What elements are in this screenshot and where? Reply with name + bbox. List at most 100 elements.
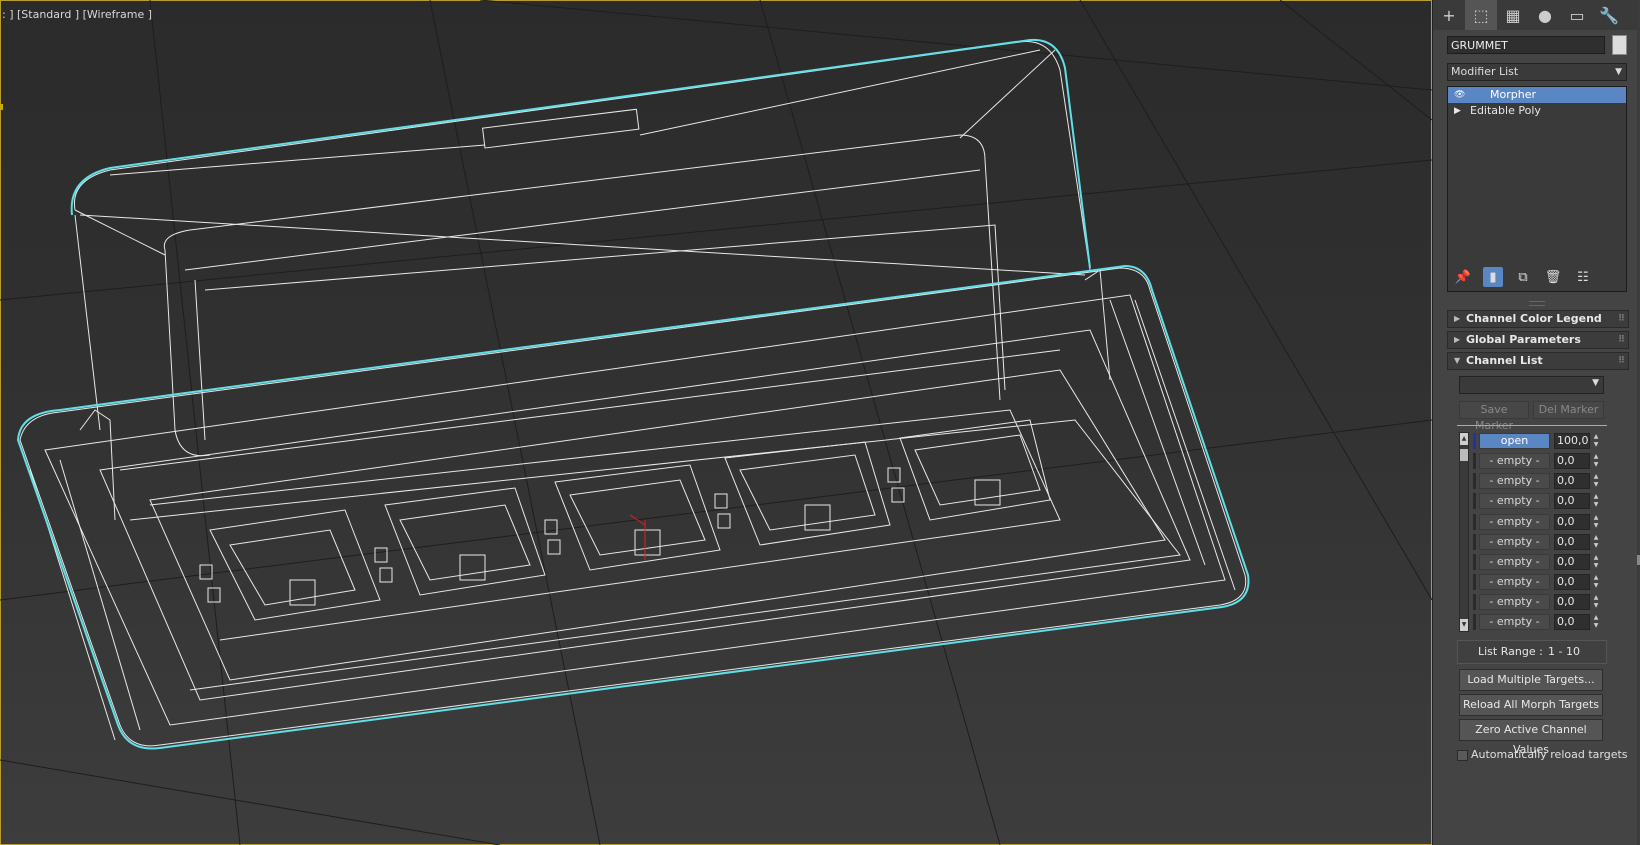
channel-color-bar: [1473, 453, 1476, 469]
zero-active-channel-values-button[interactable]: Zero Active Channel Values: [1459, 719, 1603, 756]
channel-row: - empty - 0,0 ▲ ▼: [1473, 574, 1623, 590]
channel-name-button[interactable]: - empty -: [1479, 594, 1550, 610]
reload-all-morph-targets-button[interactable]: Reload All Morph Targets: [1459, 694, 1603, 716]
rollout-title: Channel List: [1466, 354, 1543, 367]
channel-row: - empty - 0,0 ▲ ▼: [1473, 594, 1623, 610]
scroll-up-icon[interactable]: ▲: [1460, 433, 1468, 445]
channel-name-button[interactable]: - empty -: [1479, 473, 1550, 489]
spinner-icon[interactable]: ▲ ▼: [1592, 614, 1600, 630]
channel-row: open 100,0 ▲ ▼: [1473, 433, 1623, 449]
channel-color-bar: [1473, 473, 1476, 489]
channel-row: - empty - 0,0 ▲ ▼: [1473, 534, 1623, 550]
spinner-icon[interactable]: ▲ ▼: [1592, 453, 1600, 469]
channel-value-field[interactable]: 0,0: [1554, 453, 1590, 469]
channel-value-field[interactable]: 0,0: [1554, 614, 1590, 630]
pin-stack-icon[interactable]: 📌: [1453, 267, 1473, 287]
channel-name-button[interactable]: - empty -: [1479, 453, 1550, 469]
spinner-icon[interactable]: ▲ ▼: [1592, 433, 1600, 449]
channel-value-field[interactable]: 0,0: [1554, 514, 1590, 530]
stack-item-label: Editable Poly: [1470, 104, 1541, 117]
channel-name-button[interactable]: - empty -: [1479, 554, 1550, 570]
channel-value-field[interactable]: 0,0: [1554, 554, 1590, 570]
channel-value-field[interactable]: 100,0: [1554, 433, 1590, 449]
list-range-box: List Range : 1 - 10: [1457, 640, 1607, 664]
chevron-down-icon: ▼: [1615, 67, 1622, 77]
channel-name-button[interactable]: - empty -: [1479, 493, 1550, 509]
rollout-channel-color-legend[interactable]: ▶ Channel Color Legend ⠿: [1447, 310, 1629, 328]
channel-row: - empty - 0,0 ▲ ▼: [1473, 473, 1623, 489]
channel-color-bar: [1473, 514, 1476, 530]
spinner-icon[interactable]: ▲ ▼: [1592, 534, 1600, 550]
load-multiple-targets-button[interactable]: Load Multiple Targets...: [1459, 669, 1603, 691]
eye-icon[interactable]: 👁: [1454, 87, 1465, 103]
save-marker-button[interactable]: Save Marker: [1459, 401, 1529, 432]
channel-scrollbar[interactable]: ▲ ▼: [1459, 432, 1469, 632]
scroll-thumb[interactable]: [1460, 449, 1468, 461]
object-color-swatch[interactable]: [1612, 35, 1627, 55]
drag-handle-icon: ⠿: [1617, 356, 1625, 366]
channel-color-bar: [1473, 493, 1476, 509]
channel-value-field[interactable]: 0,0: [1554, 534, 1590, 550]
expanded-triangle-icon: ▼: [1454, 356, 1461, 365]
channel-color-bar: [1473, 594, 1476, 610]
channel-color-bar: [1473, 574, 1476, 590]
spinner-icon[interactable]: ▲ ▼: [1592, 514, 1600, 530]
list-range-value: 1 - 10: [1548, 645, 1580, 658]
channel-color-bar: [1473, 554, 1476, 570]
channel-row: - empty - 0,0 ▲ ▼: [1473, 453, 1623, 469]
modifier-list-label: Modifier List: [1451, 65, 1519, 78]
stack-item-editable-poly[interactable]: ▶ Editable Poly: [1448, 103, 1626, 119]
motion-tab-icon[interactable]: ●: [1529, 0, 1561, 30]
display-tab-icon[interactable]: ▭: [1561, 0, 1593, 30]
auto-reload-checkbox[interactable]: [1457, 749, 1468, 761]
show-end-result-icon[interactable]: ▮: [1483, 267, 1503, 287]
stack-item-morpher[interactable]: 👁 Morpher: [1448, 87, 1626, 103]
channel-color-bar: [1473, 534, 1476, 550]
delete-modifier-icon[interactable]: 🗑: [1543, 267, 1563, 287]
spinner-icon[interactable]: ▲ ▼: [1592, 554, 1600, 570]
spinner-icon[interactable]: ▲ ▼: [1592, 574, 1600, 590]
channel-name-button[interactable]: - empty -: [1479, 614, 1550, 630]
auto-reload-label: Automatically reload targets: [1471, 748, 1628, 761]
create-tab-icon[interactable]: +: [1433, 0, 1465, 30]
del-marker-button[interactable]: Del Marker: [1533, 401, 1604, 419]
spinner-icon[interactable]: ▲ ▼: [1592, 493, 1600, 509]
marker-dropdown[interactable]: ▼: [1459, 376, 1604, 394]
modifier-stack: 👁 Morpher ▶ Editable Poly: [1447, 86, 1627, 292]
viewport-label[interactable]: : ] [Standard ] [Wireframe ]: [2, 8, 152, 21]
configure-modifier-sets-icon[interactable]: ☷: [1573, 267, 1593, 287]
channel-value-field[interactable]: 0,0: [1554, 594, 1590, 610]
chevron-down-icon: ▼: [1592, 378, 1599, 388]
perspective-viewport[interactable]: : ] [Standard ] [Wireframe ]: [0, 0, 1432, 845]
hierarchy-tab-icon[interactable]: ▦: [1497, 0, 1529, 30]
channel-name-button[interactable]: - empty -: [1479, 514, 1550, 530]
channel-color-bar: [1473, 433, 1476, 449]
channel-value-field[interactable]: 0,0: [1554, 574, 1590, 590]
channel-value-field[interactable]: 0,0: [1554, 473, 1590, 489]
rollout-channel-list[interactable]: ▼ Channel List ⠿: [1447, 352, 1629, 370]
scroll-down-icon[interactable]: ▼: [1460, 619, 1468, 631]
panel-resize-grip[interactable]: [1529, 301, 1545, 306]
collapsed-triangle-icon: ▶: [1454, 335, 1461, 344]
modify-tab-icon[interactable]: ⬚: [1465, 0, 1497, 30]
channel-row: - empty - 0,0 ▲ ▼: [1473, 514, 1623, 530]
channel-name-button[interactable]: - empty -: [1479, 534, 1550, 550]
divider: [1457, 425, 1607, 426]
modifier-list-dropdown[interactable]: Modifier List ▼: [1447, 63, 1627, 81]
drag-handle-icon: ⠿: [1617, 314, 1625, 324]
utilities-tab-icon[interactable]: 🔧: [1593, 0, 1625, 30]
command-panel: + ⬚ ▦ ● ▭ 🔧 GRUMMET Modifier List ▼ 👁 Mo…: [1432, 0, 1640, 845]
channel-name-button[interactable]: open: [1479, 433, 1550, 449]
make-unique-icon[interactable]: ⧉: [1513, 267, 1533, 287]
channel-color-bar: [1473, 614, 1476, 630]
drag-handle-icon: ⠿: [1617, 335, 1625, 345]
channel-name-button[interactable]: - empty -: [1479, 574, 1550, 590]
spinner-icon[interactable]: ▲ ▼: [1592, 473, 1600, 489]
channel-value-field[interactable]: 0,0: [1554, 493, 1590, 509]
object-name-field[interactable]: GRUMMET: [1447, 36, 1605, 54]
channel-row: - empty - 0,0 ▲ ▼: [1473, 614, 1623, 630]
auto-reload-option[interactable]: Automatically reload targets: [1457, 748, 1628, 762]
spinner-icon[interactable]: ▲ ▼: [1592, 594, 1600, 610]
rollout-global-parameters[interactable]: ▶ Global Parameters ⠿: [1447, 331, 1629, 349]
expand-triangle-icon[interactable]: ▶: [1454, 103, 1461, 119]
